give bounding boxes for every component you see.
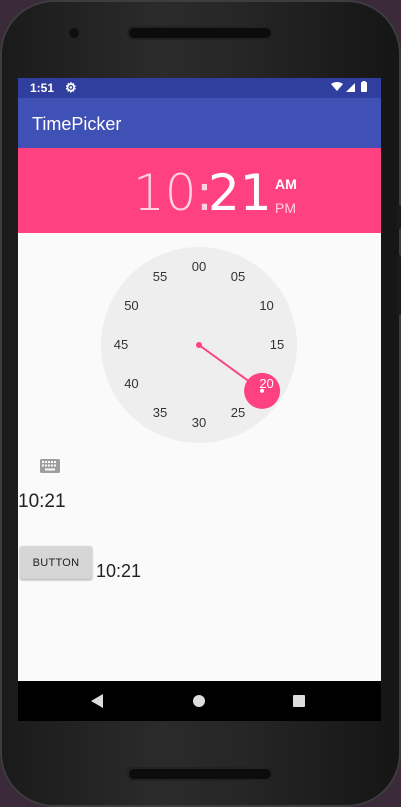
clock-number-15[interactable]: 15 (262, 338, 292, 352)
recents-square-icon[interactable] (293, 695, 305, 707)
clock-number-30[interactable]: 30 (184, 416, 214, 430)
clock-number-55[interactable]: 55 (145, 270, 175, 284)
screen: 1:51 ⚙ TimePicker 10 : 21 AM PM 00 05 10… (18, 78, 381, 721)
selected-time-text: 10:21 (18, 491, 66, 512)
clock-number-50[interactable]: 50 (116, 299, 146, 313)
pm-toggle[interactable]: PM (275, 200, 296, 216)
clock-number-05[interactable]: 05 (223, 270, 253, 284)
top-speaker (127, 26, 273, 40)
clock-number-25[interactable]: 25 (223, 405, 253, 420)
time-picker-header: 10 : 21 AM PM (18, 148, 381, 233)
keyboard-icon[interactable] (40, 459, 60, 473)
clock-number-35[interactable]: 35 (145, 405, 175, 420)
home-circle-icon[interactable] (193, 695, 205, 707)
status-bar: 1:51 ⚙ (18, 78, 381, 98)
back-triangle-icon[interactable] (90, 693, 104, 709)
clock-center-dot (196, 342, 202, 348)
clock-number-10[interactable]: 10 (252, 299, 282, 313)
front-camera (69, 28, 79, 38)
button[interactable]: BUTTON (20, 546, 92, 579)
status-indicators (331, 81, 371, 96)
status-time: 1:51 (30, 81, 55, 95)
clock-number-45[interactable]: 45 (106, 338, 136, 352)
phone-frame: 1:51 ⚙ TimePicker 10 : 21 AM PM 00 05 10… (0, 0, 401, 807)
clock-number-40[interactable]: 40 (116, 377, 146, 391)
hour-display[interactable]: 10 (133, 164, 197, 222)
navigation-bar (18, 681, 381, 721)
bottom-speaker (127, 767, 273, 781)
clock-number-20[interactable]: 20 (252, 377, 282, 391)
app-bar: TimePicker (18, 98, 381, 148)
clock-number-00[interactable]: 00 (184, 260, 214, 274)
minute-display[interactable]: 21 (208, 164, 272, 222)
clock-face[interactable]: 00 05 10 15 20 25 30 35 40 45 50 55 (100, 246, 298, 444)
volume-button (397, 255, 401, 315)
button-time-text: 10:21 (96, 561, 142, 581)
app-title: TimePicker (32, 114, 122, 134)
power-button (397, 205, 401, 229)
gear-icon: ⚙ (65, 80, 77, 95)
wifi-signal-battery-icon (331, 81, 367, 92)
am-toggle[interactable]: AM (275, 176, 297, 192)
